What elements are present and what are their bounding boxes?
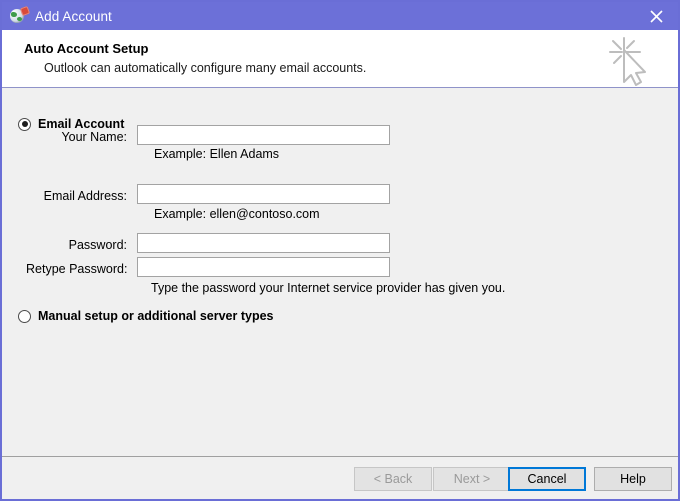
add-account-dialog: Add Account Auto Account Setup Outlook c… (0, 0, 680, 501)
window-title: Add Account (35, 9, 112, 24)
radio-manual-setup[interactable]: Manual setup or additional server types (18, 309, 273, 323)
label-email-address: Email Address: (32, 189, 127, 203)
title-bar: Add Account (2, 2, 678, 30)
input-email-address[interactable] (137, 184, 390, 204)
back-button[interactable]: < Back (354, 467, 432, 491)
radio-label-manual-setup: Manual setup or additional server types (38, 309, 273, 323)
next-button[interactable]: Next > (433, 467, 511, 491)
hint-retype-password: Type the password your Internet service … (151, 281, 505, 295)
input-retype-password[interactable] (137, 257, 390, 277)
label-your-name: Your Name: (32, 130, 127, 144)
close-icon[interactable] (634, 2, 678, 30)
label-retype-password: Retype Password: (26, 262, 127, 276)
dialog-footer: < Back Next > Cancel Help (2, 456, 678, 499)
radio-indicator-manual-setup (18, 310, 31, 323)
dialog-body: Email Account Your Name: Example: Ellen … (2, 89, 678, 456)
dialog-header: Auto Account Setup Outlook can automatic… (2, 30, 678, 88)
help-button[interactable]: Help (594, 467, 672, 491)
cursor-sparkle-icon (602, 32, 664, 88)
radio-label-email-account: Email Account (38, 117, 124, 131)
label-password: Password: (32, 238, 127, 252)
hint-email-address: Example: ellen@contoso.com (154, 207, 320, 221)
page-title: Auto Account Setup (24, 41, 148, 56)
radio-indicator-email-account (18, 118, 31, 131)
radio-email-account[interactable]: Email Account (18, 117, 124, 131)
page-subtitle: Outlook can automatically configure many… (44, 61, 366, 75)
account-globe-icon (10, 7, 28, 25)
cancel-button[interactable]: Cancel (508, 467, 586, 491)
input-your-name[interactable] (137, 125, 390, 145)
hint-your-name: Example: Ellen Adams (154, 147, 279, 161)
input-password[interactable] (137, 233, 390, 253)
